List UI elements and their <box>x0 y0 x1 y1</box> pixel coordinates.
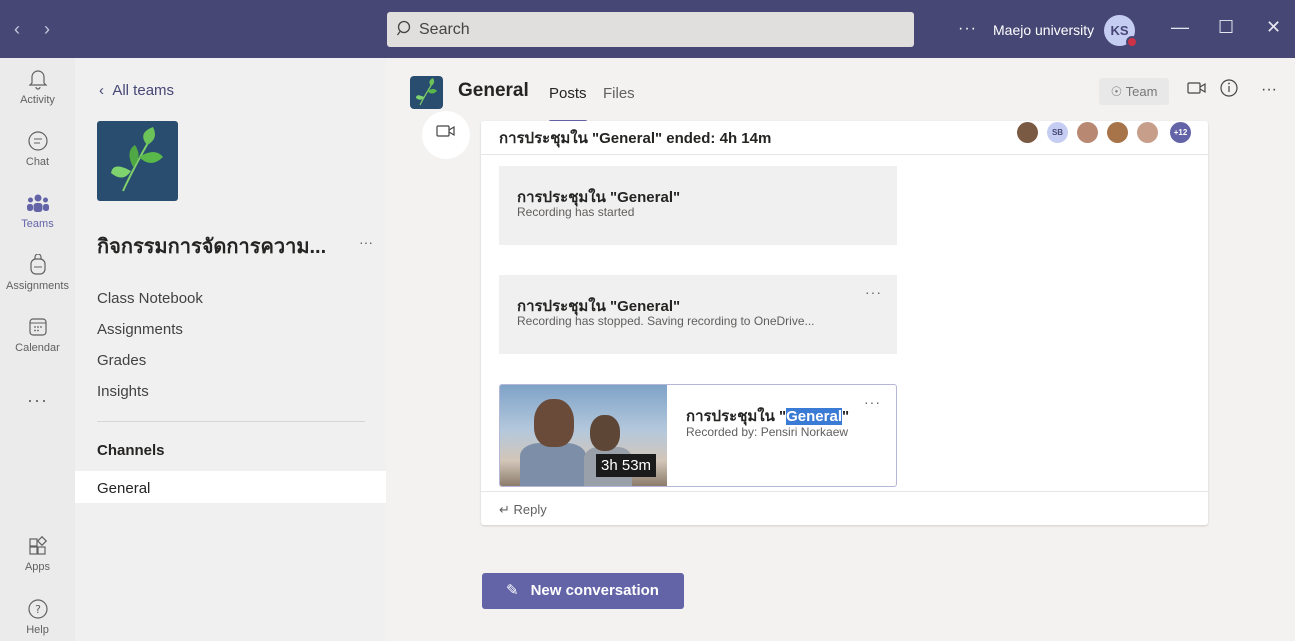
recording-started-card: การประชุมใน "General" Recording has star… <box>499 166 897 245</box>
more-options-icon[interactable]: ··· <box>865 284 882 300</box>
compose-icon: ✎ <box>506 582 519 599</box>
rail-item-activity[interactable]: Activity <box>0 68 75 106</box>
recording-thumbnail[interactable]: 3h 53m <box>500 385 667 486</box>
minimize-icon[interactable]: — <box>1171 17 1189 38</box>
meeting-video-icon <box>422 111 470 159</box>
close-icon[interactable]: ✕ <box>1266 17 1281 38</box>
team-logo[interactable] <box>97 121 178 201</box>
participant-avatar <box>1137 122 1158 143</box>
link-grades[interactable]: Grades <box>97 352 146 369</box>
tab-posts[interactable]: Posts <box>549 85 587 102</box>
link-assignments[interactable]: Assignments <box>97 321 183 338</box>
rail-item-apps[interactable]: Apps <box>0 535 75 573</box>
team-name: กิจกรรมการจัดการความ... <box>97 236 327 258</box>
recording-stopped-card: ··· การประชุมใน "General" Recording has … <box>499 275 897 354</box>
rail-item-assignments[interactable]: Assignments <box>0 253 75 292</box>
new-conversation-label: New conversation <box>530 582 659 599</box>
participant-avatar <box>1017 122 1038 143</box>
reply-label: Reply <box>513 502 547 517</box>
eye-icon: ☉ <box>1110 84 1123 99</box>
participants-more-badge: +12 <box>1170 122 1191 143</box>
info-icon[interactable] <box>1219 78 1239 103</box>
status-dot <box>1126 36 1138 48</box>
rail-label: Teams <box>21 218 54 230</box>
tab-files[interactable]: Files <box>603 85 635 102</box>
back-arrow-icon[interactable]: ‹ <box>14 19 20 40</box>
calendar-icon <box>0 316 75 340</box>
divider <box>481 154 1208 155</box>
search-input[interactable]: Search <box>387 12 914 47</box>
chevron-left-icon: ‹ <box>99 82 113 99</box>
highlighted-text: General <box>786 408 842 425</box>
app-rail: Activity Chat Teams Assignments Calendar… <box>0 58 75 641</box>
all-teams-label: All teams <box>112 82 175 99</box>
recording-card[interactable]: 3h 53m การประชุมใน "General" Recorded by… <box>499 384 897 487</box>
rail-label: Apps <box>24 561 51 573</box>
title-bar: ‹ › Search ··· Maejo university KS — ☐ ✕ <box>0 0 1295 58</box>
channel-team-icon <box>410 76 443 109</box>
participant-avatar: SB <box>1047 122 1068 143</box>
team-button[interactable]: ☉ Team <box>1099 78 1169 105</box>
card-subtitle: Recording has stopped. Saving recording … <box>517 314 815 328</box>
more-options-icon[interactable]: ··· <box>864 394 881 410</box>
team-panel: ‹ All teams กิจกรรมการจัดการความ... ··· … <box>75 58 386 641</box>
rail-label: Help <box>26 624 49 636</box>
forward-arrow-icon[interactable]: › <box>44 19 50 40</box>
new-conversation-button[interactable]: ✎ New conversation <box>482 573 684 609</box>
meeting-post: การประชุมใน "General" ended: 4h 14m SB +… <box>481 121 1208 525</box>
channel-title: General <box>458 80 529 101</box>
reply-button[interactable]: ↵ Reply <box>499 502 547 518</box>
rail-item-help[interactable]: ? Help <box>0 598 75 636</box>
chat-icon <box>0 130 75 154</box>
link-class-notebook[interactable]: Class Notebook <box>97 290 203 307</box>
avatar[interactable]: KS <box>1104 15 1138 48</box>
maximize-icon[interactable]: ☐ <box>1218 17 1234 38</box>
rail-item-teams[interactable]: Teams <box>0 192 75 230</box>
rail-more-icon[interactable]: ··· <box>0 390 75 411</box>
rail-label: Calendar <box>15 342 60 354</box>
more-options-icon[interactable]: ··· <box>958 20 977 38</box>
channel-header: General Posts Files ☉ Team ··· <box>387 58 1295 123</box>
participant-avatar <box>1077 122 1098 143</box>
team-button-label: Team <box>1125 84 1158 99</box>
bell-icon <box>0 68 75 92</box>
recording-author: Recorded by: Pensiri Norkaew <box>686 425 849 439</box>
recording-duration: 3h 53m <box>596 454 657 477</box>
search-icon <box>396 19 415 44</box>
backpack-icon <box>0 253 75 278</box>
avatar-initials: KS <box>1110 23 1129 38</box>
all-teams-link[interactable]: ‹ All teams <box>99 82 174 99</box>
meet-video-icon[interactable] <box>1187 81 1207 100</box>
divider <box>481 491 1208 492</box>
help-icon: ? <box>0 598 75 622</box>
link-insights[interactable]: Insights <box>97 383 149 400</box>
org-name[interactable]: Maejo university <box>993 22 1094 38</box>
card-subtitle: Recording has started <box>517 205 635 219</box>
svg-text:?: ? <box>35 603 41 616</box>
divider <box>97 421 365 422</box>
teams-icon <box>0 192 75 216</box>
rail-item-calendar[interactable]: Calendar <box>0 316 75 354</box>
rail-label: Activity <box>20 94 55 106</box>
rail-label: Chat <box>25 156 50 168</box>
team-more-icon[interactable]: ··· <box>359 234 373 250</box>
channel-general[interactable]: General <box>75 471 386 503</box>
rail-label: Assignments <box>6 280 69 292</box>
reply-arrow-icon: ↵ <box>499 502 510 517</box>
apps-icon <box>0 535 75 559</box>
more-options-icon[interactable]: ··· <box>1261 81 1277 99</box>
rail-item-chat[interactable]: Chat <box>0 130 75 168</box>
participant-avatar <box>1107 122 1128 143</box>
meeting-title[interactable]: การประชุมใน "General" ended: 4h 14m <box>499 126 771 150</box>
search-placeholder: Search <box>419 21 470 38</box>
channels-heading: Channels <box>97 442 165 459</box>
